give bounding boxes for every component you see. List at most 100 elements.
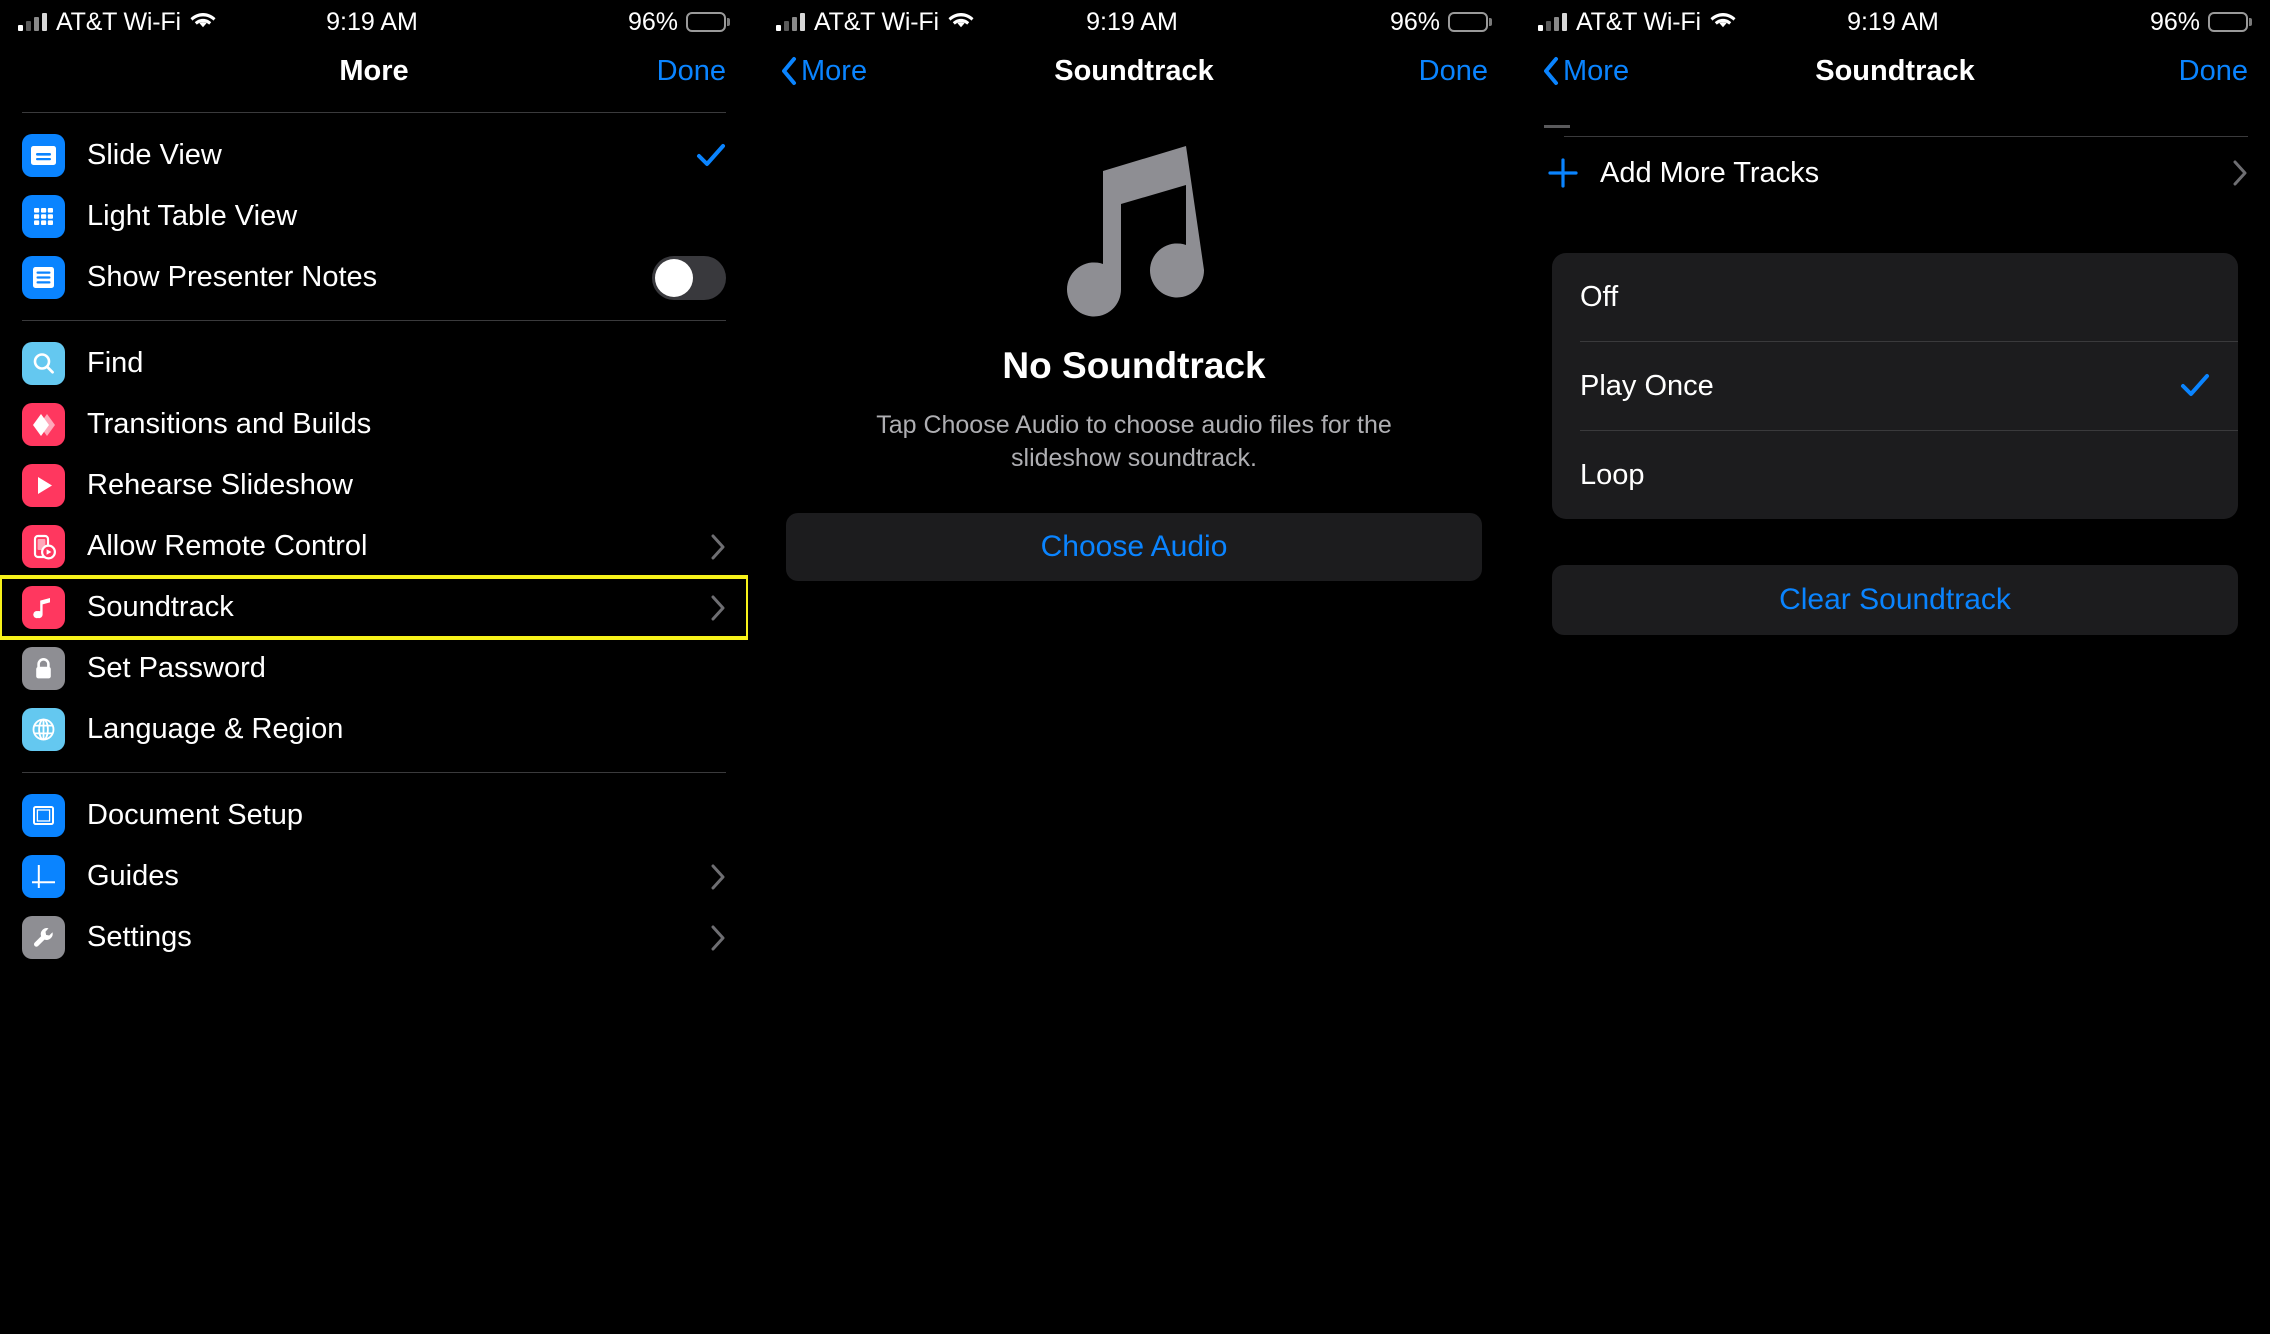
slide-view-icon [22,134,65,177]
checkmark-icon [2180,373,2210,399]
wrench-icon [22,916,65,959]
chevron-right-icon [711,925,726,951]
guides-icon [22,855,65,898]
sidebar-item-label: Light Table View [87,200,298,232]
sidebar-item-transitions-and-builds[interactable]: Transitions and Builds [0,394,748,455]
done-button[interactable]: Done [2179,55,2248,88]
wifi-icon [1710,12,1736,32]
globe-icon [22,708,65,751]
scrolled-partial-row [1520,98,2270,136]
back-button-label: More [801,54,868,87]
sidebar-item-rehearse-slideshow[interactable]: Rehearse Slideshow [0,455,748,516]
add-more-tracks-label: Add More Tracks [1600,156,1820,189]
sidebar-item-label: Set Password [87,652,266,684]
sidebar-item-label: Soundtrack [87,591,234,623]
playback-option-loop[interactable]: Loop [1552,431,2238,519]
search-icon [22,342,65,385]
sidebar-item-document-setup[interactable]: Document Setup [0,785,748,846]
plus-icon [1542,156,1584,190]
presenter-notes-toggle[interactable] [652,255,726,300]
nav-bar-soundtrack: More Soundtrack Done [758,44,1510,98]
playback-option-label: Loop [1580,458,1645,491]
music-note-icon [22,586,65,629]
panel-more-menu: AT&T Wi-Fi 9:19 AM 96% More Done Slide V… [0,0,748,1334]
partial-row-indicator [1544,125,1570,128]
sidebar-item-settings[interactable]: Settings [0,907,748,968]
chevron-right-icon [711,595,726,621]
battery-icon [686,12,727,32]
clock-label: 9:19 AM [1847,7,1939,36]
battery-icon [2208,12,2249,32]
presenter-notes-icon [22,256,65,299]
clear-soundtrack-button[interactable]: Clear Soundtrack [1552,565,2238,635]
battery-icon [1448,12,1489,32]
chevron-right-icon [711,864,726,890]
clock-label: 9:19 AM [326,7,418,36]
choose-audio-button[interactable]: Choose Audio [786,513,1482,581]
document-setup-icon [22,794,65,837]
sidebar-item-show-presenter-notes[interactable]: Show Presenter Notes [0,247,748,308]
wifi-icon [190,12,216,32]
nav-bar-soundtrack: More Soundtrack Done [1520,44,2270,98]
playback-option-play-once[interactable]: Play Once [1552,342,2238,430]
panel-divider [748,0,758,1334]
done-button[interactable]: Done [1419,55,1488,88]
playback-option-label: Play Once [1580,369,1714,402]
sidebar-item-slide-view[interactable]: Slide View [0,125,748,186]
done-button[interactable]: Done [657,55,726,88]
chevron-right-icon [2233,160,2248,186]
sidebar-item-label: Document Setup [87,799,304,831]
sidebar-item-language-and-region[interactable]: Language & Region [0,699,748,760]
wifi-icon [948,12,974,32]
sidebar-item-label: Transitions and Builds [87,408,372,440]
lock-icon [22,647,65,690]
transitions-icon [22,403,65,446]
play-icon [22,464,65,507]
back-button[interactable]: More [780,55,867,88]
carrier-label: AT&T Wi-Fi [1576,7,1701,36]
screenshot-triptych: AT&T Wi-Fi 9:19 AM 96% More Done Slide V… [0,0,2270,1334]
music-note-large-icon [1048,142,1220,323]
empty-state-subtitle: Tap Choose Audio to choose audio files f… [876,411,1392,472]
section-divider [22,112,726,113]
battery-percent-label: 96% [2149,7,2201,36]
empty-state-title: No Soundtrack [1002,345,1266,386]
add-more-tracks-row[interactable]: Add More Tracks [1520,137,2270,209]
sidebar-item-soundtrack[interactable]: Soundtrack [0,575,748,640]
more-menu-list: Slide View Light Table View Show Present… [0,98,748,968]
sidebar-item-allow-remote-control[interactable]: Allow Remote Control [0,516,748,577]
sidebar-item-label: Rehearse Slideshow [87,469,353,501]
carrier-label: AT&T Wi-Fi [56,7,181,36]
status-bar: AT&T Wi-Fi 9:19 AM 96% [0,0,748,44]
sidebar-item-guides[interactable]: Guides [0,846,748,907]
chevron-left-icon [780,56,797,86]
sidebar-item-set-password[interactable]: Set Password [0,638,748,699]
playback-options-group: Off Play Once Loop [1552,253,2238,519]
section-divider [22,772,726,773]
chevron-right-icon [711,534,726,560]
cellular-signal-icon [776,13,805,31]
playback-option-off[interactable]: Off [1552,253,2238,341]
panel-soundtrack-options: AT&T Wi-Fi 9:19 AM 96% More Soundtrack D… [1520,0,2270,1334]
sidebar-item-label: Show Presenter Notes [87,261,378,293]
sidebar-item-label: Guides [87,860,179,892]
status-bar: AT&T Wi-Fi 9:19 AM 96% [758,0,1510,44]
light-table-view-icon [22,195,65,238]
checkmark-icon [696,143,726,169]
back-button[interactable]: More [1542,55,1629,88]
section-divider [22,320,726,321]
cellular-signal-icon [18,13,47,31]
carrier-label: AT&T Wi-Fi [814,7,939,36]
sidebar-item-label: Settings [87,921,192,953]
sidebar-item-label: Find [87,347,144,379]
sidebar-item-light-table-view[interactable]: Light Table View [0,186,748,247]
sidebar-item-find[interactable]: Find [0,333,748,394]
status-bar: AT&T Wi-Fi 9:19 AM 96% [1520,0,2270,44]
sidebar-item-label: Allow Remote Control [87,530,368,562]
clock-label: 9:19 AM [1086,7,1178,36]
playback-option-label: Off [1580,280,1619,313]
battery-percent-label: 96% [627,7,679,36]
battery-percent-label: 96% [1389,7,1441,36]
sidebar-item-label: Language & Region [87,713,344,745]
empty-state: No Soundtrack Tap Choose Audio to choose… [758,98,1510,581]
